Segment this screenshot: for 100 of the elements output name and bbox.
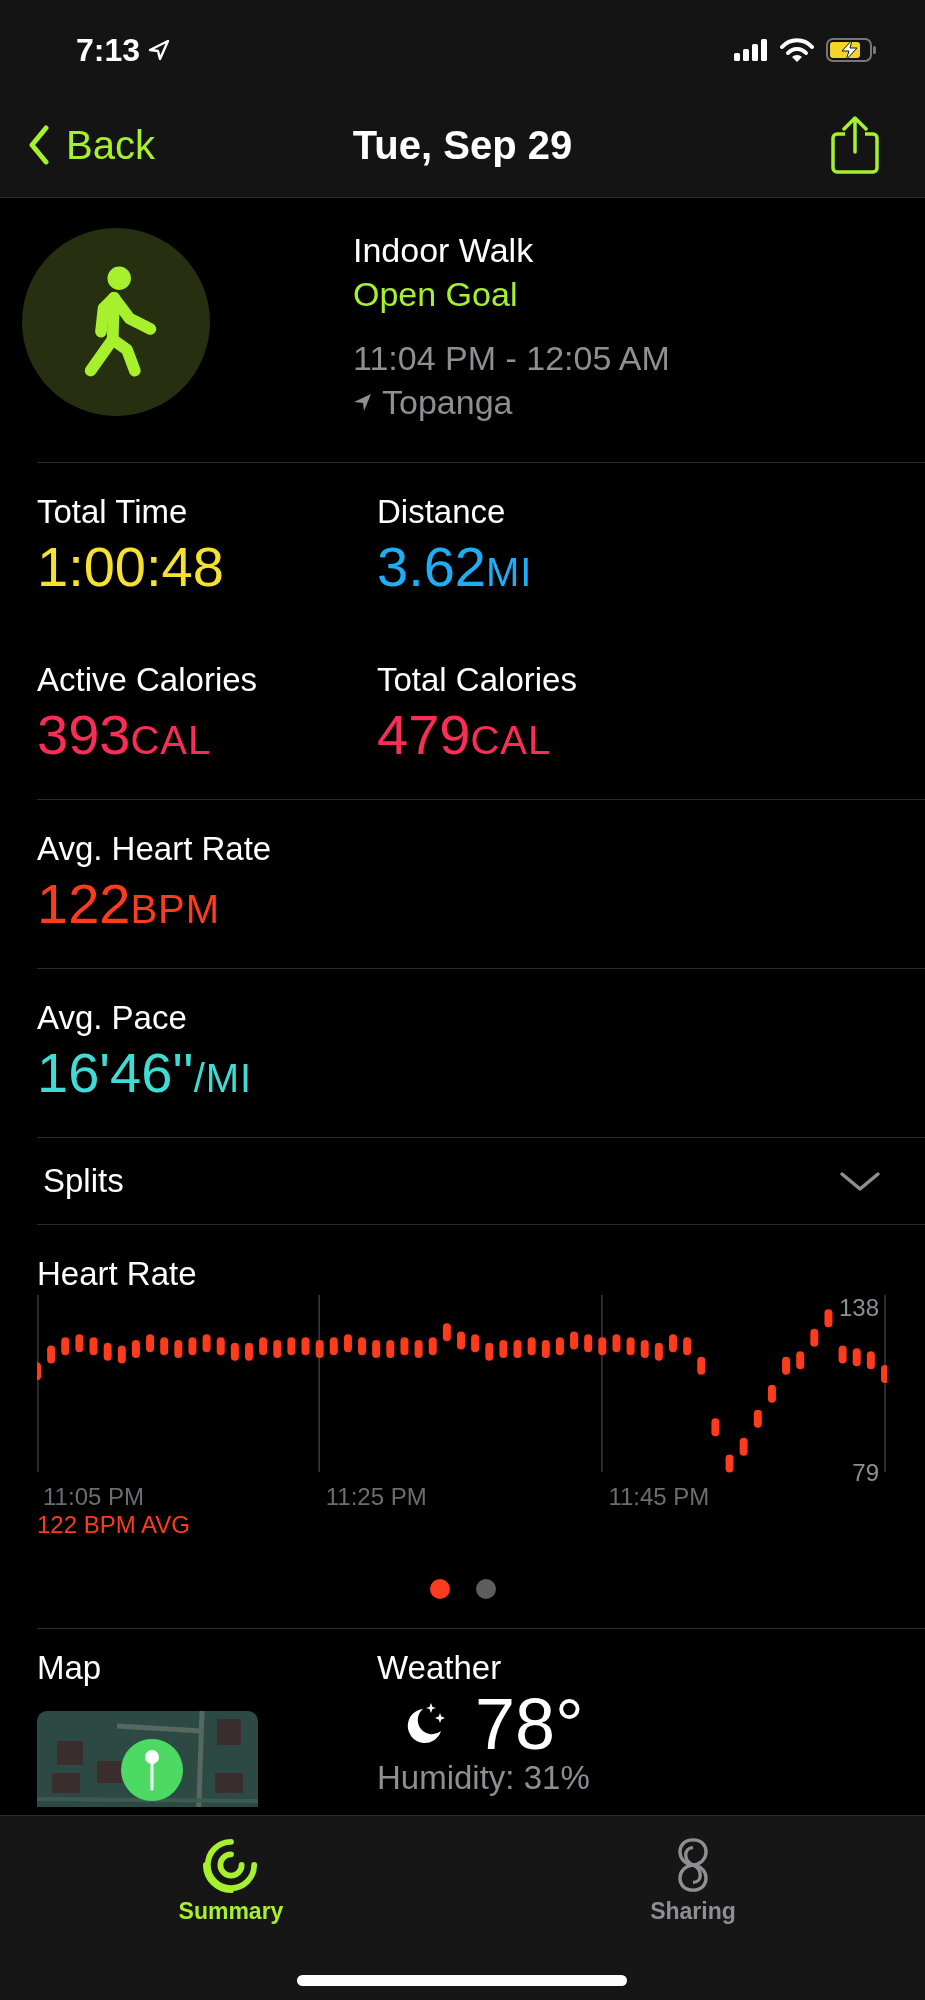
heart-rate-point — [866, 1351, 875, 1370]
heart-rate-point — [37, 1362, 41, 1381]
heart-rate-point — [739, 1437, 748, 1456]
heart-rate-point — [428, 1337, 437, 1356]
heart-rate-point — [697, 1356, 706, 1375]
heart-rate-point — [400, 1337, 409, 1356]
metric-value: 122BPM — [37, 871, 222, 937]
heart-rate-point — [103, 1342, 112, 1361]
temperature: 78° — [475, 1689, 584, 1759]
tab-button[interactable]: Summary — [0, 1816, 462, 1926]
heart-rate-point — [838, 1345, 847, 1364]
metric-value: 16'46''/MI — [37, 1040, 254, 1106]
heart-rate-point — [598, 1337, 607, 1356]
location-name: Topanga — [382, 382, 513, 423]
heart-rate-point — [174, 1339, 183, 1358]
heart-rate-point — [202, 1334, 211, 1353]
heart-rate-point — [414, 1339, 423, 1358]
heart-rate-point — [584, 1334, 593, 1353]
back-button[interactable]: Back — [28, 122, 155, 168]
heart-rate-point — [146, 1334, 155, 1353]
screen-title: Tue, Sep 29 — [352, 122, 573, 167]
clock-time: 7:13 — [76, 31, 141, 69]
heart-rate-point — [47, 1345, 56, 1364]
signal-icon — [734, 38, 768, 62]
section-title: Weather — [377, 1648, 503, 1688]
chevron-left-icon — [28, 125, 50, 165]
metric-value: 393CAL — [37, 702, 213, 768]
heart-rate-point — [273, 1339, 282, 1358]
heart-rate-point — [131, 1339, 140, 1358]
heart-rate-point — [245, 1342, 253, 1361]
heart-rate-point — [329, 1337, 338, 1356]
heart-rate-point — [753, 1409, 762, 1428]
heart-rate-point — [372, 1339, 381, 1358]
heart-rate-point — [640, 1339, 649, 1358]
heart-rate-point — [612, 1334, 621, 1353]
axis-label: 11:45 PM — [608, 1483, 710, 1510]
heart-rate-point — [810, 1328, 819, 1347]
heart-rate-point — [442, 1323, 451, 1342]
axis-label: 11:25 PM — [325, 1483, 427, 1510]
metric-value: 479CAL — [377, 702, 553, 768]
heart-rate-point — [160, 1337, 169, 1356]
heart-rate-point — [61, 1337, 70, 1356]
heart-rate-point — [75, 1334, 84, 1353]
page-dot[interactable] — [475, 1579, 496, 1599]
heart-rate-point — [230, 1342, 239, 1361]
heart-rate-point — [881, 1365, 887, 1384]
metric-label: Active Calories — [37, 660, 259, 700]
axis-label: 11:05 PM — [43, 1483, 144, 1510]
location-arrow-icon — [353, 392, 372, 412]
heart-rate-point — [527, 1337, 536, 1356]
heart-rate-point — [117, 1345, 126, 1364]
heart-rate-point — [669, 1334, 677, 1353]
heart-rate-point — [457, 1331, 465, 1350]
page-dot[interactable] — [429, 1579, 450, 1599]
heart-rate-point — [485, 1342, 494, 1361]
heart-rate-point — [386, 1339, 395, 1358]
share-button[interactable] — [831, 116, 879, 174]
heart-rate-point — [188, 1337, 197, 1356]
metric-label: Avg. Heart Rate — [37, 829, 273, 869]
heart-rate-point — [89, 1337, 98, 1356]
heart-rate-point — [287, 1337, 296, 1356]
metric-value: 1:00:48 — [37, 534, 225, 600]
heart-rate-point — [824, 1309, 833, 1328]
metric-label: Total Calories — [377, 660, 578, 700]
heart-rate-point — [711, 1418, 720, 1437]
map-pin-icon — [121, 1739, 183, 1801]
axis-label: 138 — [838, 1295, 879, 1321]
heart-rate-point — [626, 1337, 635, 1356]
workout-goal: Open Goal — [353, 274, 519, 315]
heart-rate-point — [343, 1334, 352, 1353]
location-arrow-icon — [148, 39, 171, 61]
metric-label: Total Time — [37, 492, 189, 532]
metric-label: Avg. Pace — [37, 998, 188, 1038]
section-title: Map — [37, 1648, 103, 1688]
heart-rate-point — [541, 1339, 550, 1358]
heart-rate-point — [570, 1331, 579, 1350]
humidity: Humidity: 31% — [377, 1759, 590, 1797]
heart-rate-point — [852, 1348, 861, 1367]
heart-rate-point — [654, 1342, 663, 1361]
heart-rate-point — [499, 1339, 508, 1358]
heart-rate-point — [796, 1351, 805, 1370]
heart-rate-point — [513, 1339, 522, 1358]
heart-rate-point — [315, 1339, 324, 1358]
metric-value: 3.62MI — [377, 534, 534, 600]
tab-button[interactable]: Sharing — [462, 1816, 924, 1926]
workout-name: Indoor Walk — [353, 230, 535, 271]
wifi-icon — [780, 37, 814, 63]
chart-title: Heart Rate — [37, 1254, 198, 1294]
splits-row[interactable]: Splits — [37, 1138, 925, 1225]
average-heart-rate: 122 BPM AVG — [37, 1511, 190, 1539]
heart-rate-point — [216, 1337, 225, 1356]
heart-rate-point — [767, 1384, 776, 1403]
heart-rate-point — [471, 1334, 480, 1353]
heart-rate-point — [782, 1356, 791, 1375]
heart-rate-point — [555, 1337, 564, 1356]
time-range: 11:04 PM - 12:05 AM — [353, 338, 670, 379]
heart-rate-point — [683, 1337, 692, 1356]
heart-rate-point — [358, 1337, 367, 1356]
heart-rate-point — [301, 1337, 310, 1356]
battery-charging-icon — [826, 38, 877, 62]
